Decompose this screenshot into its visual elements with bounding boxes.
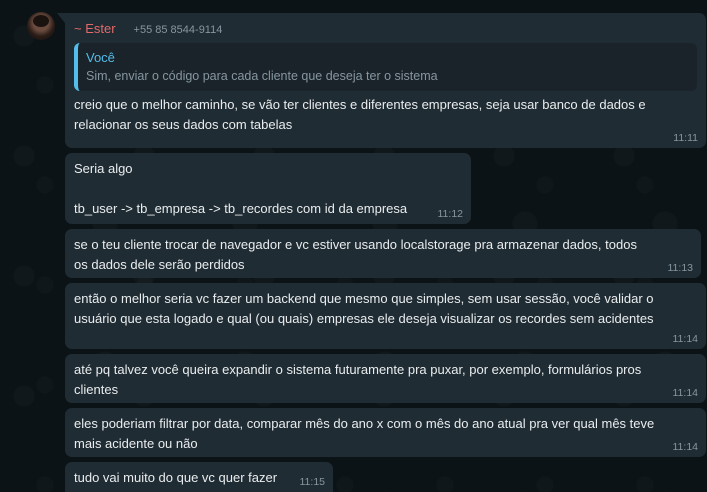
message-time: 11:12 <box>437 208 464 220</box>
message-bubble[interactable]: eles poderiam filtrar por data, comparar… <box>65 408 706 457</box>
message-bubble[interactable]: então o melhor seria vc fazer um backend… <box>65 283 706 349</box>
message-text: então o melhor seria vc fazer um backend… <box>74 291 658 326</box>
message-text: tudo vai muito do que vc quer fazer <box>74 470 278 485</box>
message-bubble[interactable]: tudo vai muito do que vc quer fazer 11:1… <box>65 462 333 492</box>
sender-header: ~ Ester +55 85 8544-9114 <box>74 19 697 41</box>
quote-author: Você <box>86 50 115 65</box>
message-bubble[interactable]: Seria algo tb_user -> tb_empresa -> tb_r… <box>65 153 471 224</box>
message-text: se o teu cliente trocar de navegador e v… <box>74 237 641 272</box>
message-time: 11:15 <box>299 476 326 488</box>
sender-name[interactable]: ~ Ester <box>74 19 116 39</box>
sender-phone: +55 85 8544-9114 <box>133 24 223 36</box>
message-text: Seria algo tb_user -> tb_empresa -> tb_r… <box>74 161 408 216</box>
avatar[interactable] <box>27 12 55 40</box>
quoted-message[interactable]: Você Sim, enviar o código para cada clie… <box>74 43 697 91</box>
message-time: 11:14 <box>672 441 699 453</box>
message-time: 11:13 <box>667 262 694 274</box>
message-text: creio que o melhor caminho, se vão ter c… <box>74 97 650 132</box>
message-text: até pq talvez você queira expandir o sis… <box>74 362 645 397</box>
message-bubble[interactable]: ~ Ester +55 85 8544-9114 Você Sim, envia… <box>57 13 706 148</box>
message-bubble[interactable]: até pq talvez você queira expandir o sis… <box>65 354 706 403</box>
quote-text: Sim, enviar o código para cada cliente q… <box>86 69 438 83</box>
message-time: 11:14 <box>672 387 699 399</box>
message-bubble[interactable]: se o teu cliente trocar de navegador e v… <box>65 229 701 278</box>
chat-area[interactable]: ~ Ester +55 85 8544-9114 Você Sim, envia… <box>0 0 707 492</box>
message-time: 11:14 <box>672 333 699 345</box>
message-time: 11:11 <box>673 132 698 144</box>
message-text: eles poderiam filtrar por data, comparar… <box>74 416 658 451</box>
